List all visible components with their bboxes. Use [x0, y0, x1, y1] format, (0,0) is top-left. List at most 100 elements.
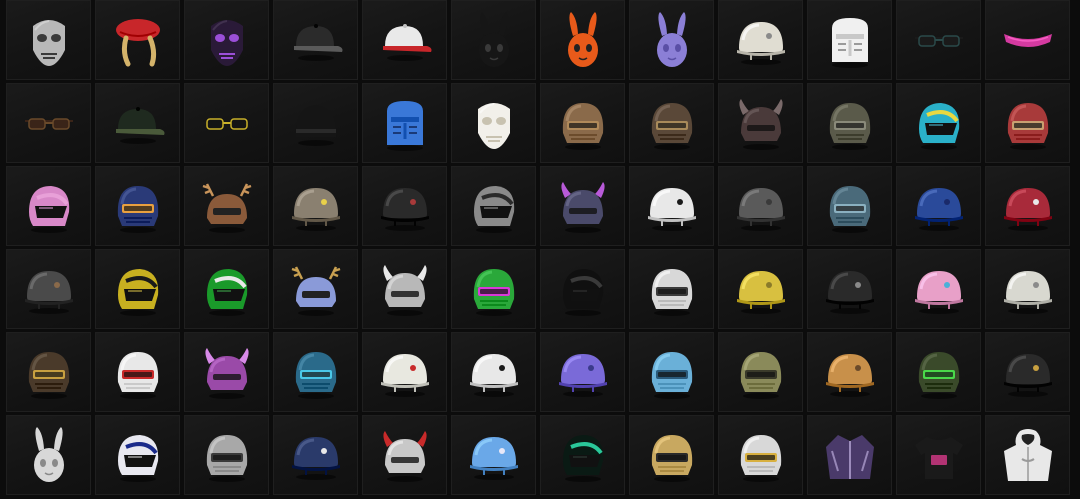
inventory-slot[interactable] [362, 166, 447, 246]
inventory-slot[interactable] [184, 83, 269, 163]
inventory-slot[interactable] [718, 332, 803, 412]
purple-bunny-mask-icon [656, 12, 687, 67]
inventory-slot[interactable] [6, 415, 91, 495]
inventory-slot[interactable] [540, 415, 625, 495]
inventory-slot[interactable] [540, 83, 625, 163]
inventory-slot[interactable] [451, 249, 536, 329]
black-cap-icon [293, 24, 342, 61]
inventory-slot[interactable] [807, 249, 892, 329]
inventory-slot[interactable] [273, 166, 358, 246]
inventory-slot[interactable] [807, 332, 892, 412]
inventory-slot[interactable] [6, 166, 91, 246]
inventory-slot[interactable] [95, 332, 180, 412]
inventory-slot[interactable] [273, 0, 358, 80]
inventory-slot[interactable] [451, 83, 536, 163]
inventory-slot[interactable] [629, 166, 714, 246]
orange-bunny-mask-icon [567, 12, 598, 67]
yellow-racing-helmet-icon [117, 269, 158, 316]
black-glossy-helmet-icon [562, 269, 603, 316]
inventory-slot[interactable] [273, 83, 358, 163]
inventory-slot[interactable] [896, 166, 981, 246]
inventory-slot[interactable] [985, 415, 1070, 495]
inventory-slot[interactable] [6, 83, 91, 163]
inventory-slot[interactable] [718, 0, 803, 80]
inventory-slot[interactable] [985, 0, 1070, 80]
inventory-slot[interactable] [629, 332, 714, 412]
inventory-slot[interactable] [6, 249, 91, 329]
inventory-slot[interactable] [540, 332, 625, 412]
white-red-helmet-icon [380, 354, 429, 397]
navy-aviator-helmet-icon [291, 437, 340, 480]
inventory-slot[interactable] [718, 415, 803, 495]
inventory-slot[interactable] [718, 166, 803, 246]
laurel-level3-helmet-icon [740, 435, 781, 482]
inventory-slot[interactable] [451, 0, 536, 80]
red-camo-helmet-icon [1003, 188, 1052, 231]
inventory-slot[interactable] [807, 83, 892, 163]
inventory-slot[interactable] [985, 332, 1070, 412]
inventory-slot[interactable] [362, 415, 447, 495]
silver-viking-helmet-icon [382, 265, 427, 316]
fighter-helmet-icon [117, 186, 158, 233]
inventory-slot[interactable] [896, 83, 981, 163]
inventory-slot[interactable] [985, 83, 1070, 163]
inventory-slot[interactable] [896, 332, 981, 412]
inventory-slot[interactable] [807, 166, 892, 246]
tan-level3-helmet-icon [562, 103, 603, 150]
yellow-camo-helmet-icon [736, 271, 785, 314]
inventory-slot[interactable] [273, 249, 358, 329]
inventory-slot[interactable] [896, 415, 981, 495]
inventory-slot[interactable] [807, 415, 892, 495]
black-beanie-icon [295, 105, 336, 146]
inventory-slot[interactable] [629, 83, 714, 163]
white-spiked-helmet-icon [1003, 271, 1052, 314]
inventory-slot[interactable] [95, 83, 180, 163]
inventory-slot[interactable] [95, 0, 180, 80]
gray-level3-helmet-icon [829, 103, 870, 150]
inventory-slot[interactable] [362, 249, 447, 329]
inventory-slot[interactable] [184, 332, 269, 412]
inventory-slot[interactable] [6, 332, 91, 412]
inventory-slot[interactable] [896, 249, 981, 329]
inventory-slot[interactable] [184, 249, 269, 329]
inventory-slot[interactable] [184, 0, 269, 80]
inventory-slot[interactable] [540, 249, 625, 329]
inventory-slot[interactable] [451, 166, 536, 246]
inventory-slot[interactable] [629, 415, 714, 495]
aviator-sunglasses-icon [24, 118, 73, 130]
inventory-slot[interactable] [95, 166, 180, 246]
inventory-slot[interactable] [540, 0, 625, 80]
inventory-slot[interactable] [273, 332, 358, 412]
inventory-slot[interactable] [985, 249, 1070, 329]
inventory-slot[interactable] [184, 166, 269, 246]
inventory-slot[interactable] [273, 415, 358, 495]
violet-horn-helmet-icon [204, 348, 249, 399]
inventory-slot[interactable] [718, 249, 803, 329]
teal-spiked-helmet-icon [295, 352, 336, 399]
inventory-slot[interactable] [629, 249, 714, 329]
bronze-diver-helmet-icon [28, 352, 69, 399]
inventory-slot[interactable] [6, 0, 91, 80]
inventory-slot[interactable] [451, 332, 536, 412]
inventory-slot[interactable] [985, 166, 1070, 246]
inventory-slot[interactable] [629, 0, 714, 80]
studded-black-helmet-icon [1003, 354, 1052, 397]
cyan-striped-helmet-icon [918, 103, 959, 150]
inventory-slot[interactable] [95, 249, 180, 329]
inventory-slot[interactable] [184, 415, 269, 495]
green-racing-helmet-icon [206, 269, 247, 316]
inventory-slot[interactable] [95, 415, 180, 495]
inventory-slot[interactable] [362, 332, 447, 412]
inventory-slot[interactable] [362, 83, 447, 163]
inventory-slot[interactable] [362, 0, 447, 80]
inventory-slot[interactable] [807, 0, 892, 80]
olive-goggle-helmet-icon [740, 352, 781, 399]
rusty-level3-helmet-icon [651, 103, 692, 150]
purple-camo-helmet-icon [558, 354, 607, 397]
gray-military-helmet-icon [736, 188, 785, 231]
inventory-slot[interactable] [451, 415, 536, 495]
inventory-slot[interactable] [540, 166, 625, 246]
inventory-slot[interactable] [718, 83, 803, 163]
graffiti-green-helmet-icon [473, 269, 514, 316]
inventory-slot[interactable] [896, 0, 981, 80]
